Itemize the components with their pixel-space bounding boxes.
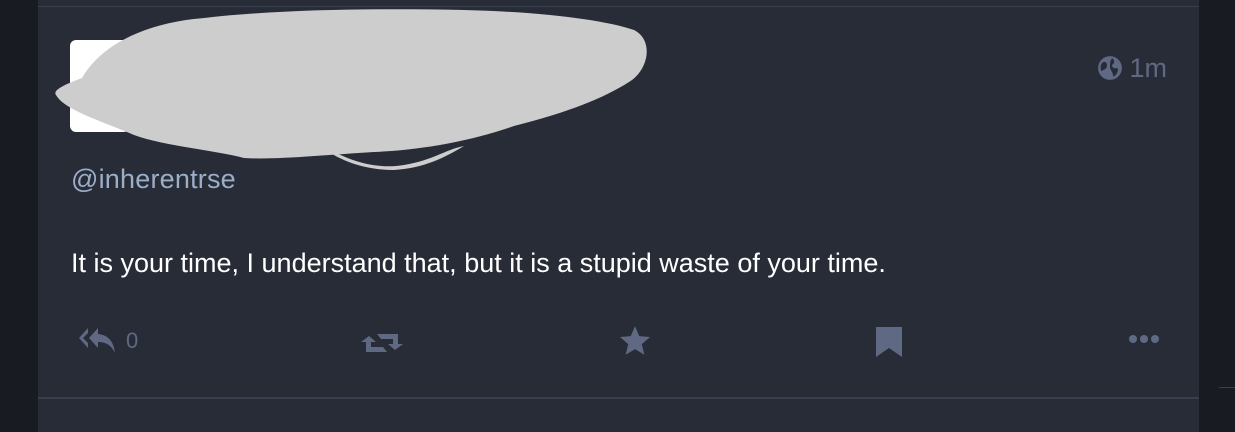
- retweet-icon: [361, 334, 403, 352]
- reply-button[interactable]: 0: [78, 324, 138, 358]
- reply-all-icon: [79, 328, 115, 353]
- redaction-scribble: [55, 9, 647, 170]
- bookmark-icon: [876, 327, 902, 357]
- star-icon: [619, 326, 651, 355]
- account-handle[interactable]: @inherentrse: [71, 164, 236, 195]
- reply-count: 0: [126, 328, 139, 353]
- ellipsis-icon: [1129, 335, 1159, 343]
- status-time[interactable]: 1m: [1097, 52, 1167, 84]
- status-content: It is your time, I understand that, but …: [71, 248, 886, 278]
- divider: [38, 397, 1199, 399]
- divider: [1219, 387, 1235, 388]
- bookmark-button[interactable]: [874, 326, 904, 358]
- favourite-button[interactable]: [617, 324, 653, 358]
- status-card[interactable]: @inherentrse 1m It is your time, I under…: [38, 0, 1199, 432]
- time-label: 1m: [1129, 52, 1167, 83]
- globe-icon: [1098, 56, 1123, 80]
- more-button[interactable]: [1128, 332, 1160, 346]
- boost-button[interactable]: [361, 330, 403, 356]
